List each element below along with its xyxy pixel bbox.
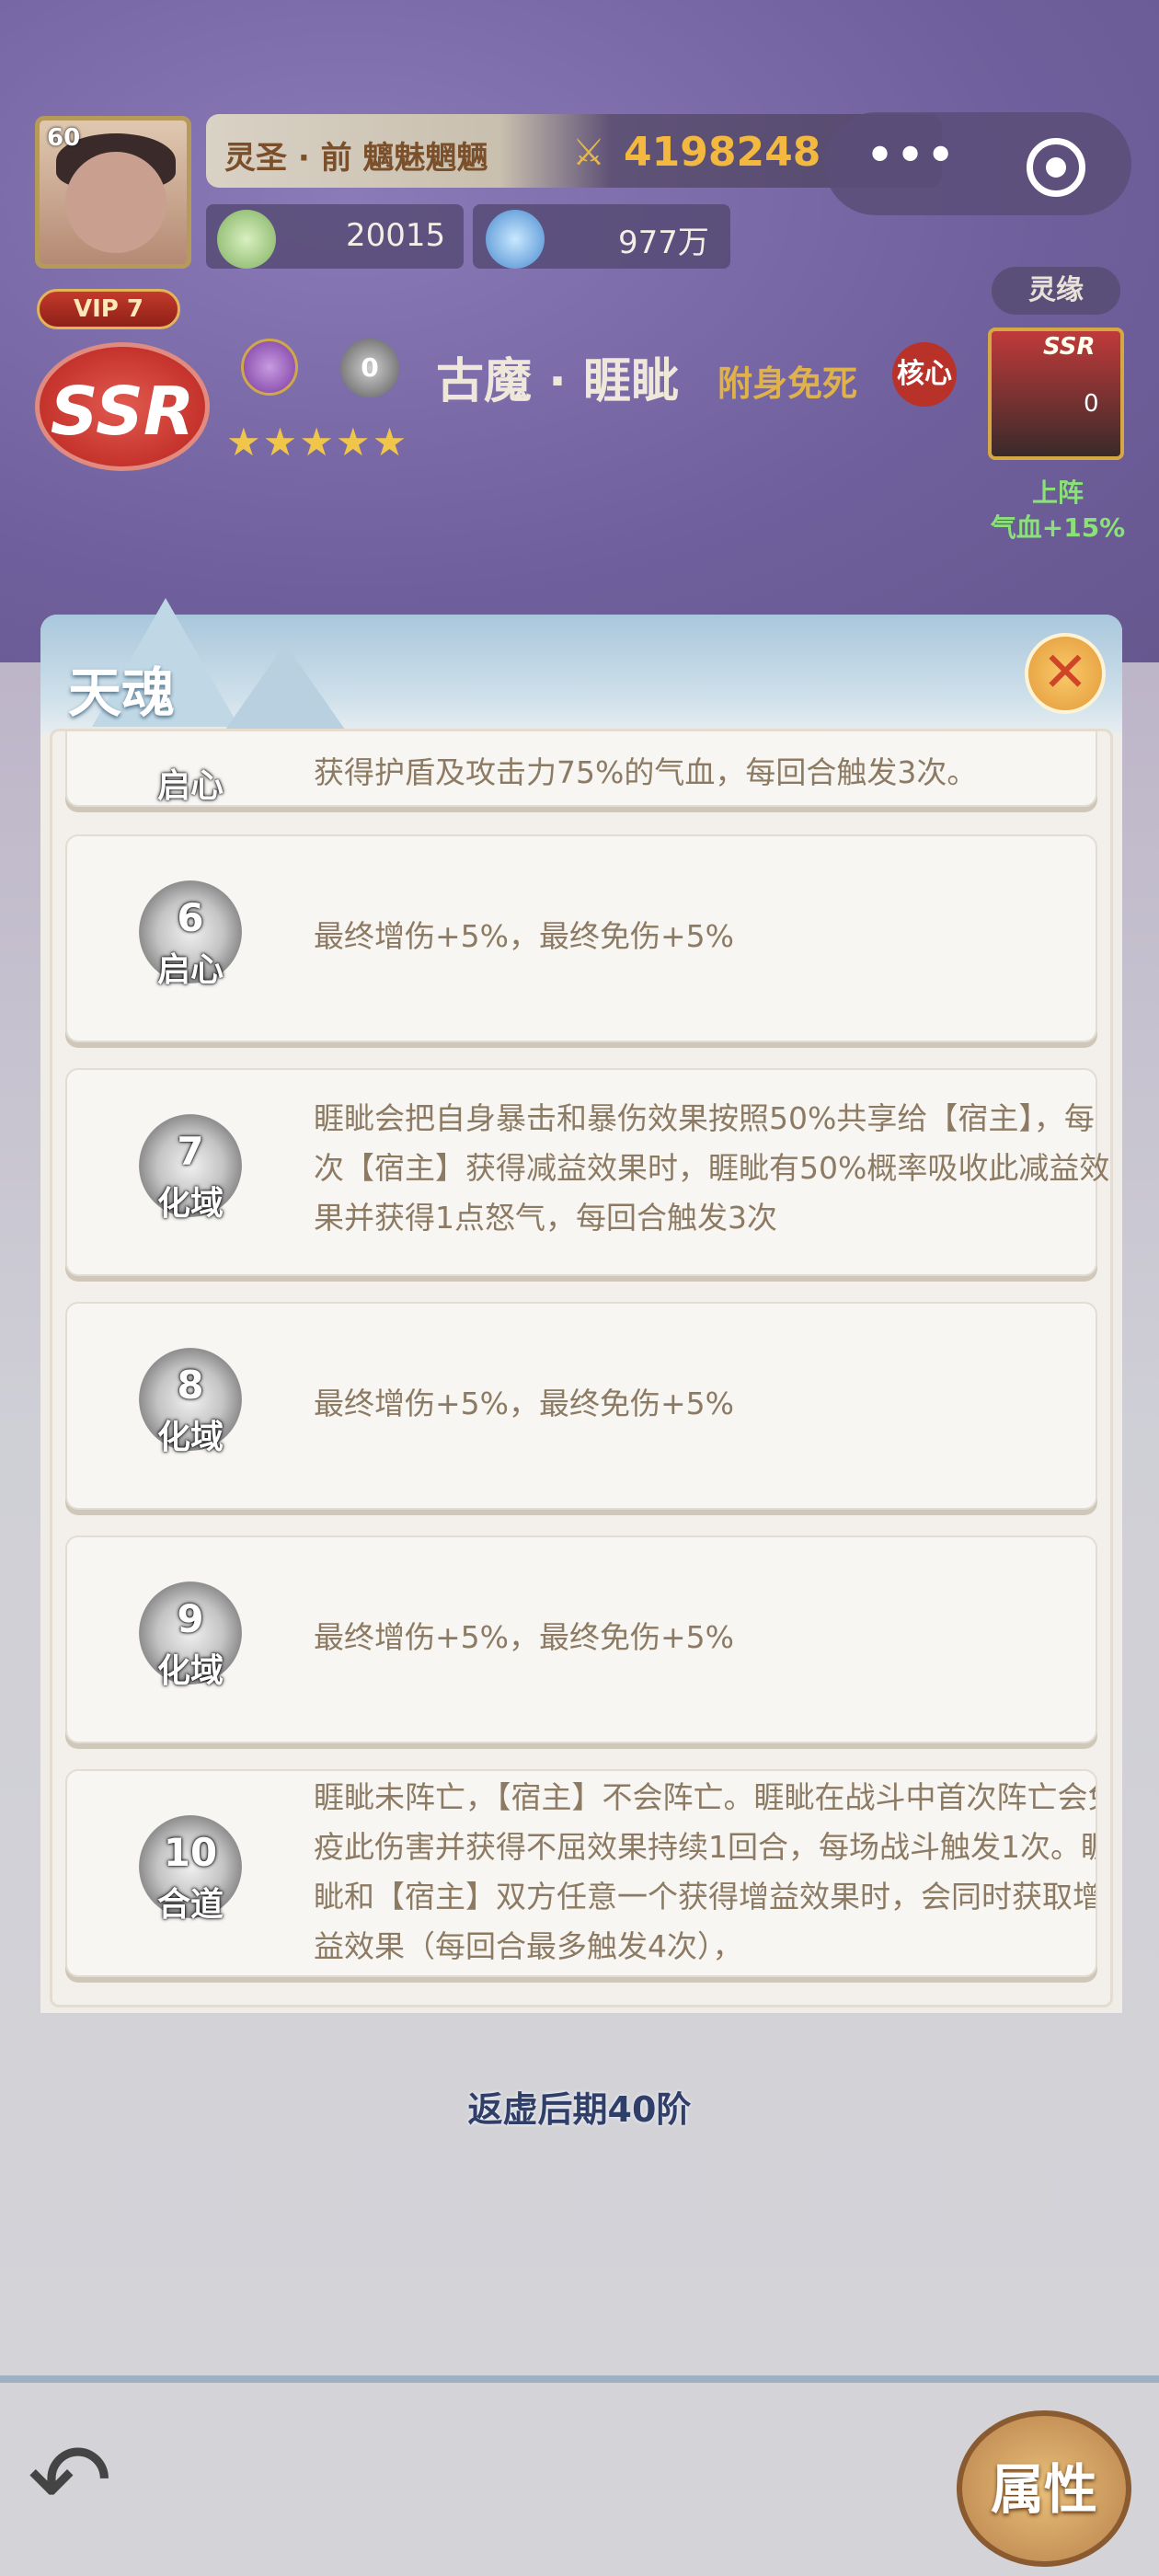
more-dots-icon[interactable]: ••• (865, 131, 956, 184)
ally-count: 0 (1084, 390, 1099, 418)
emblem-number: 9 (177, 1596, 204, 1641)
list-item: 8 化域 最终增伤+5%，最终免伤+5% (65, 1302, 1097, 1510)
ally-rarity-label: SSR (1043, 333, 1096, 361)
back-arrow-icon[interactable]: ↶ (28, 2425, 156, 2536)
ally-status: 上阵 (1031, 477, 1084, 508)
mountain-decoration (221, 644, 350, 736)
close-button[interactable]: ✕ (1025, 633, 1106, 714)
background-top (0, 0, 1159, 662)
emblem-number: 6 (177, 895, 204, 940)
emblem-number: 7 (177, 1129, 204, 1174)
lingyuan-button[interactable]: 灵缘 (992, 267, 1120, 315)
hero-tag: 附身免死 (717, 363, 858, 404)
emblem-stage: 启心 (156, 767, 224, 805)
dialog-title: 天魂 (68, 661, 176, 724)
card-text: 最终增伤+5%，最终免伤+5% (314, 1619, 735, 1655)
stage-emblem: 7 化域 (126, 1107, 255, 1236)
list-item: 10 合道 睚眦未阵亡，【宿主】不会阵亡。睚眦在战斗中首次阵亡会免疫此伤害并获得… (65, 1769, 1097, 1977)
emblem-stage: 化域 (156, 1652, 224, 1690)
jade-gem-icon[interactable] (217, 210, 276, 269)
list-item: 启心 获得护盾及攻击力75%的气血，每回合触发3次。 (65, 731, 1097, 807)
combat-power: 4198248 (624, 129, 821, 176)
emblem-stage: 启心 (156, 951, 224, 989)
divider (0, 2375, 1159, 2383)
list-item: 9 化域 最终增伤+5%，最终免伤+5% (65, 1535, 1097, 1743)
player-avatar[interactable]: 60 (35, 116, 191, 269)
avatar-face (65, 152, 166, 253)
card-text: 获得护盾及攻击力75%的气血，每回合触发3次。 (314, 754, 978, 790)
card-text: 最终增伤+5%，最终免伤+5% (314, 1386, 735, 1421)
jade-amount: 20015 (346, 217, 446, 254)
close-target-icon[interactable] (1027, 138, 1085, 197)
vip-badge[interactable]: VIP 7 (37, 289, 180, 329)
hero-star-rating: ★★★★★ (226, 420, 409, 465)
ssr-rarity-badge: SSR (35, 342, 210, 471)
card-text: 最终增伤+5%，最终免伤+5% (314, 918, 735, 954)
stage-emblem: 8 化域 (126, 1340, 255, 1469)
emblem-stage: 化域 (156, 1185, 224, 1223)
stage-emblem: 6 启心 (126, 873, 255, 1002)
attributes-button[interactable]: 属性 (957, 2410, 1131, 2567)
core-seal-icon: 核心 (892, 342, 957, 407)
stage-emblem: 9 化域 (126, 1574, 255, 1703)
card-text: 睚眦未阵亡，【宿主】不会阵亡。睚眦在战斗中首次阵亡会免疫此伤害并获得不屈效果持续… (314, 1779, 1097, 1964)
emblem-stage: 合道 (156, 1886, 224, 1924)
list-item: 7 化域 睚眦会把自身暴击和暴伤效果按照50%共享给【宿主】，每次【宿主】获得减… (65, 1068, 1109, 1276)
player-name: 灵圣 · 前 魑魅魍魉 (224, 140, 488, 177)
spirit-drop-icon[interactable] (486, 210, 545, 269)
emblem-stage: 化域 (156, 1419, 224, 1456)
skill-list[interactable]: 启心 获得护盾及攻击力75%的气血，每回合触发3次。 6 启心 最终增伤+5%，… (50, 729, 1113, 2007)
realm-level: 返虚后期40阶 (467, 2089, 692, 2130)
stage-emblem: 10 合道 (126, 1808, 255, 1937)
spirit-amount: 977万 (618, 224, 709, 261)
faction-icon (241, 339, 298, 396)
player-level: 60 (47, 124, 81, 152)
emblem-number: 10 (163, 1830, 218, 1875)
crossed-swords-icon: ⚔ (572, 132, 605, 174)
emblem-number: 8 (177, 1363, 204, 1408)
awaken-orb-icon: 0 (340, 339, 399, 397)
list-item: 6 启心 最终增伤+5%，最终免伤+5% (65, 834, 1097, 1042)
ally-bonus: 气血+15% (990, 512, 1126, 543)
card-text: 睚眦会把自身暴击和暴伤效果按照50%共享给【宿主】，每次【宿主】获得减益效果时，… (314, 1100, 1110, 1236)
hero-name: 古魔 · 睚眦 (436, 354, 679, 409)
